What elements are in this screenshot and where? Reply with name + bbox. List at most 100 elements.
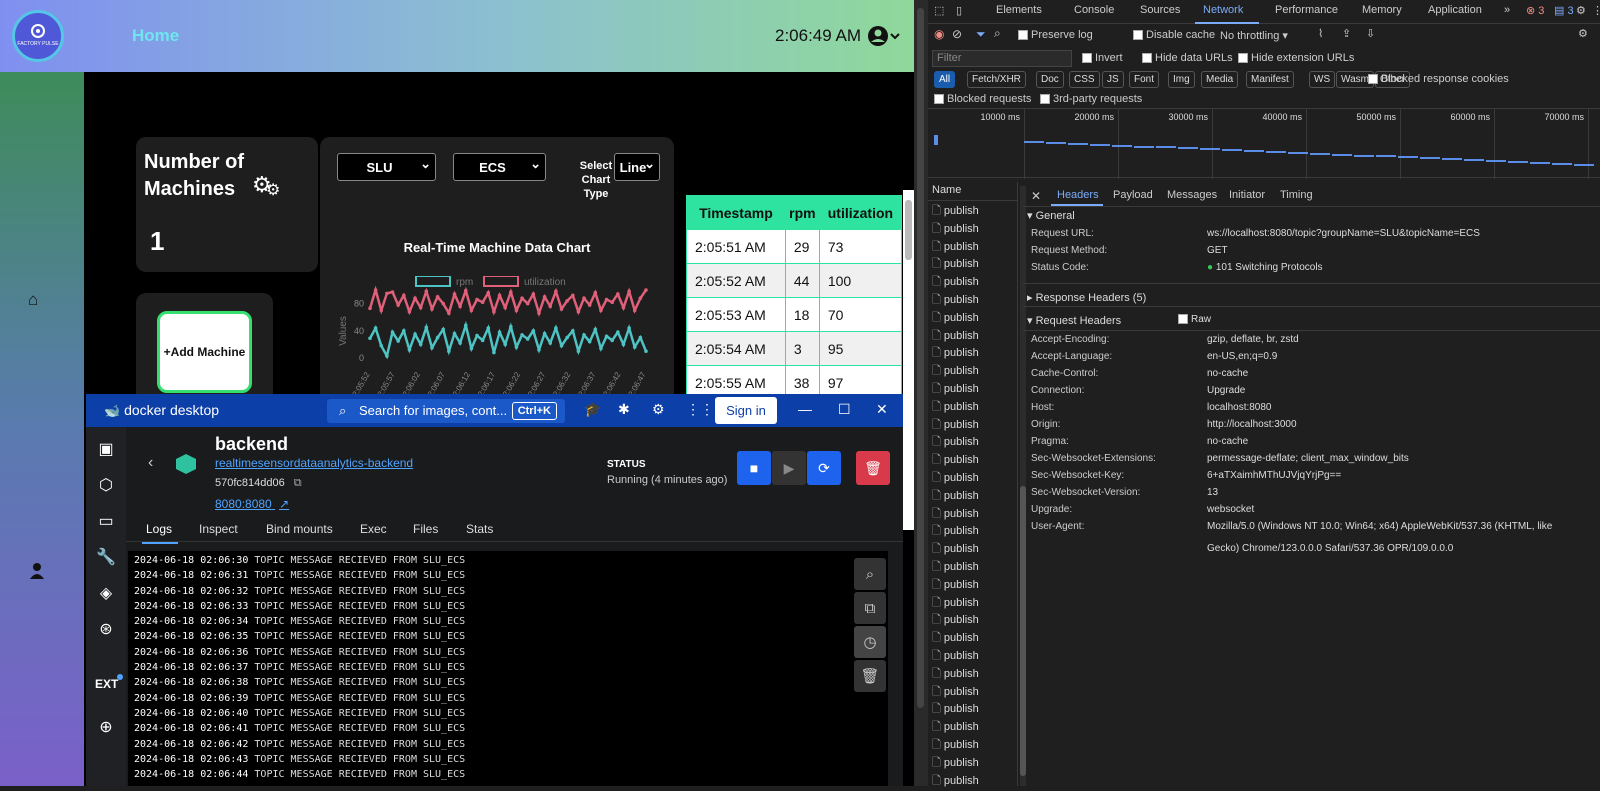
hide-extension-urls-checkbox[interactable]: Hide extension URLs bbox=[1238, 52, 1354, 64]
scrollbar-thumb[interactable] bbox=[905, 200, 912, 260]
filter-font[interactable]: Font bbox=[1129, 71, 1160, 88]
user-icon[interactable] bbox=[29, 562, 45, 585]
more-tabs-icon[interactable]: » bbox=[1504, 4, 1510, 16]
filter-fetch-xhr[interactable]: Fetch/XHR bbox=[967, 71, 1026, 88]
copy-logs-icon[interactable]: ⧉ bbox=[854, 592, 886, 624]
apps-grid-icon[interactable]: ⋮⋮ bbox=[686, 401, 714, 418]
tab-logs[interactable]: Logs bbox=[146, 522, 172, 536]
blocked-requests-checkbox[interactable]: Blocked requests bbox=[934, 93, 1031, 105]
tab-console[interactable]: Console bbox=[1074, 4, 1114, 16]
request-row[interactable]: 🗋 publish bbox=[932, 220, 979, 239]
request-row[interactable]: 🗋 publish bbox=[932, 540, 979, 559]
third-party-checkbox[interactable]: 3rd-party requests bbox=[1040, 93, 1142, 105]
image-link[interactable]: realtimesensordataanalytics-backend bbox=[215, 456, 413, 470]
page-scrollbar[interactable] bbox=[903, 190, 914, 530]
filter-ws[interactable]: WS bbox=[1309, 71, 1336, 88]
message-count[interactable]: ▤ 3 bbox=[1554, 4, 1574, 17]
close-detail-icon[interactable]: ✕ bbox=[1031, 189, 1041, 203]
nav-home-link[interactable]: Home bbox=[132, 26, 179, 46]
tab-inspect[interactable]: Inspect bbox=[199, 522, 238, 536]
request-row[interactable]: 🗋 publish bbox=[932, 469, 979, 488]
home-icon[interactable]: ⌂ bbox=[28, 290, 38, 310]
request-row[interactable]: 🗋 publish bbox=[932, 700, 979, 719]
request-row[interactable]: 🗋 publish bbox=[932, 611, 979, 630]
settings-icon[interactable]: ⚙ bbox=[652, 401, 665, 418]
stop-button[interactable]: ■ bbox=[737, 451, 771, 485]
request-row[interactable]: 🗋 publish bbox=[932, 238, 979, 257]
devtools-menu-icon[interactable]: ⋮ bbox=[1592, 4, 1600, 17]
restart-button[interactable]: ⟳ bbox=[807, 451, 841, 485]
filter-manifest[interactable]: Manifest bbox=[1246, 71, 1294, 88]
filter-css[interactable]: CSS bbox=[1069, 71, 1100, 88]
clear-logs-icon[interactable]: 🗑 bbox=[854, 660, 886, 692]
delete-button[interactable]: 🗑 bbox=[856, 451, 890, 485]
close-icon[interactable]: ✕ bbox=[876, 401, 888, 418]
request-row[interactable]: 🗋 publish bbox=[932, 736, 979, 755]
request-row[interactable]: 🗋 publish bbox=[932, 433, 979, 452]
topic-select[interactable]: ECS bbox=[453, 153, 546, 181]
request-row[interactable]: 🗋 publish bbox=[932, 772, 979, 791]
blocked-cookies-checkbox[interactable]: Blocked response cookies bbox=[1368, 73, 1509, 85]
request-row[interactable]: 🗋 publish bbox=[932, 505, 979, 524]
inspect-element-icon[interactable]: ⬚ bbox=[934, 4, 944, 17]
request-row[interactable]: 🗋 publish bbox=[932, 665, 979, 684]
start-button[interactable]: ▶ bbox=[772, 451, 806, 485]
device-toolbar-icon[interactable]: ▯ bbox=[956, 4, 962, 17]
request-row[interactable]: 🗋 publish bbox=[932, 629, 979, 648]
tab-bind-mounts[interactable]: Bind mounts bbox=[266, 522, 333, 536]
filter-img[interactable]: Img bbox=[1168, 71, 1195, 88]
throttling-select[interactable]: No throttling ▾ bbox=[1220, 29, 1288, 42]
clear-icon[interactable]: ⊘ bbox=[952, 27, 962, 41]
dev-env-icon[interactable]: ◈ bbox=[95, 583, 117, 603]
request-row[interactable]: 🗋 publish bbox=[932, 558, 979, 577]
wifi-icon[interactable]: ⌇ bbox=[1318, 27, 1323, 40]
request-row[interactable]: 🗋 publish bbox=[932, 754, 979, 773]
invert-checkbox[interactable]: Invert bbox=[1082, 52, 1123, 64]
app-logo[interactable]: FACTORY PULSE bbox=[12, 10, 64, 62]
maximize-icon[interactable]: ☐ bbox=[838, 401, 851, 418]
bug-icon[interactable]: ✱ bbox=[618, 401, 630, 418]
tab-elements[interactable]: Elements bbox=[996, 4, 1042, 16]
scout-icon[interactable]: ⊛ bbox=[95, 619, 117, 639]
browser-scrollbar[interactable] bbox=[914, 0, 928, 786]
tab-files[interactable]: Files bbox=[413, 522, 438, 536]
tab-network[interactable]: Network bbox=[1203, 4, 1243, 16]
filter-doc[interactable]: Doc bbox=[1036, 71, 1064, 88]
user-menu[interactable] bbox=[866, 24, 902, 53]
port-link[interactable]: 8080:8080 ↗ bbox=[215, 497, 289, 511]
request-row[interactable]: 🗋 publish bbox=[932, 683, 979, 702]
tab-timing[interactable]: Timing bbox=[1280, 189, 1313, 201]
name-column-header[interactable]: Name bbox=[932, 184, 961, 196]
docker-search[interactable]: ⌕ Search for images, cont... Ctrl+K bbox=[327, 399, 565, 423]
request-row[interactable]: 🗋 publish bbox=[932, 344, 979, 363]
raw-checkbox[interactable]: Raw bbox=[1178, 314, 1211, 325]
request-row[interactable]: 🗋 publish bbox=[932, 576, 979, 595]
network-timeline[interactable]: 10000 ms 20000 ms 30000 ms 40000 ms 50000 ms… bbox=[928, 108, 1600, 179]
tab-exec[interactable]: Exec bbox=[360, 522, 387, 536]
error-count[interactable]: ⊗ 3 bbox=[1526, 4, 1544, 17]
request-row[interactable]: 🗋 publish bbox=[932, 380, 979, 399]
request-row[interactable]: 🗋 publish bbox=[932, 416, 979, 435]
sign-in-button[interactable]: Sign in bbox=[715, 397, 777, 424]
extensions-label[interactable]: EXT bbox=[95, 677, 118, 691]
tab-messages[interactable]: Messages bbox=[1167, 189, 1217, 201]
filter-all[interactable]: All bbox=[934, 71, 956, 88]
response-headers-section[interactable]: ▸ Response Headers (5) bbox=[1027, 291, 1146, 304]
tab-initiator[interactable]: Initiator bbox=[1229, 189, 1265, 201]
tab-application[interactable]: Application bbox=[1428, 4, 1482, 16]
filter-input[interactable]: Filter bbox=[932, 50, 1072, 67]
images-icon[interactable]: ⬡ bbox=[95, 475, 117, 495]
request-headers-section[interactable]: ▾ Request Headers bbox=[1027, 314, 1121, 327]
filter-js[interactable]: JS bbox=[1102, 71, 1124, 88]
search-logs-icon[interactable]: ⌕ bbox=[854, 558, 886, 590]
filter-icon[interactable]: ⏷ bbox=[976, 27, 986, 42]
request-row[interactable]: 🗋 publish bbox=[932, 362, 979, 381]
network-settings-icon[interactable]: ⚙ bbox=[1578, 27, 1588, 40]
search-icon-devtools[interactable]: ⌕ bbox=[994, 26, 1001, 41]
request-row[interactable]: 🗋 publish bbox=[932, 487, 979, 506]
tab-sources[interactable]: Sources bbox=[1140, 4, 1180, 16]
add-machine-button[interactable]: +Add Machine bbox=[157, 311, 252, 393]
request-row[interactable]: 🗋 publish bbox=[932, 594, 979, 613]
browser-scrollbar-thumb[interactable] bbox=[917, 8, 924, 708]
minimize-icon[interactable]: — bbox=[798, 401, 812, 417]
